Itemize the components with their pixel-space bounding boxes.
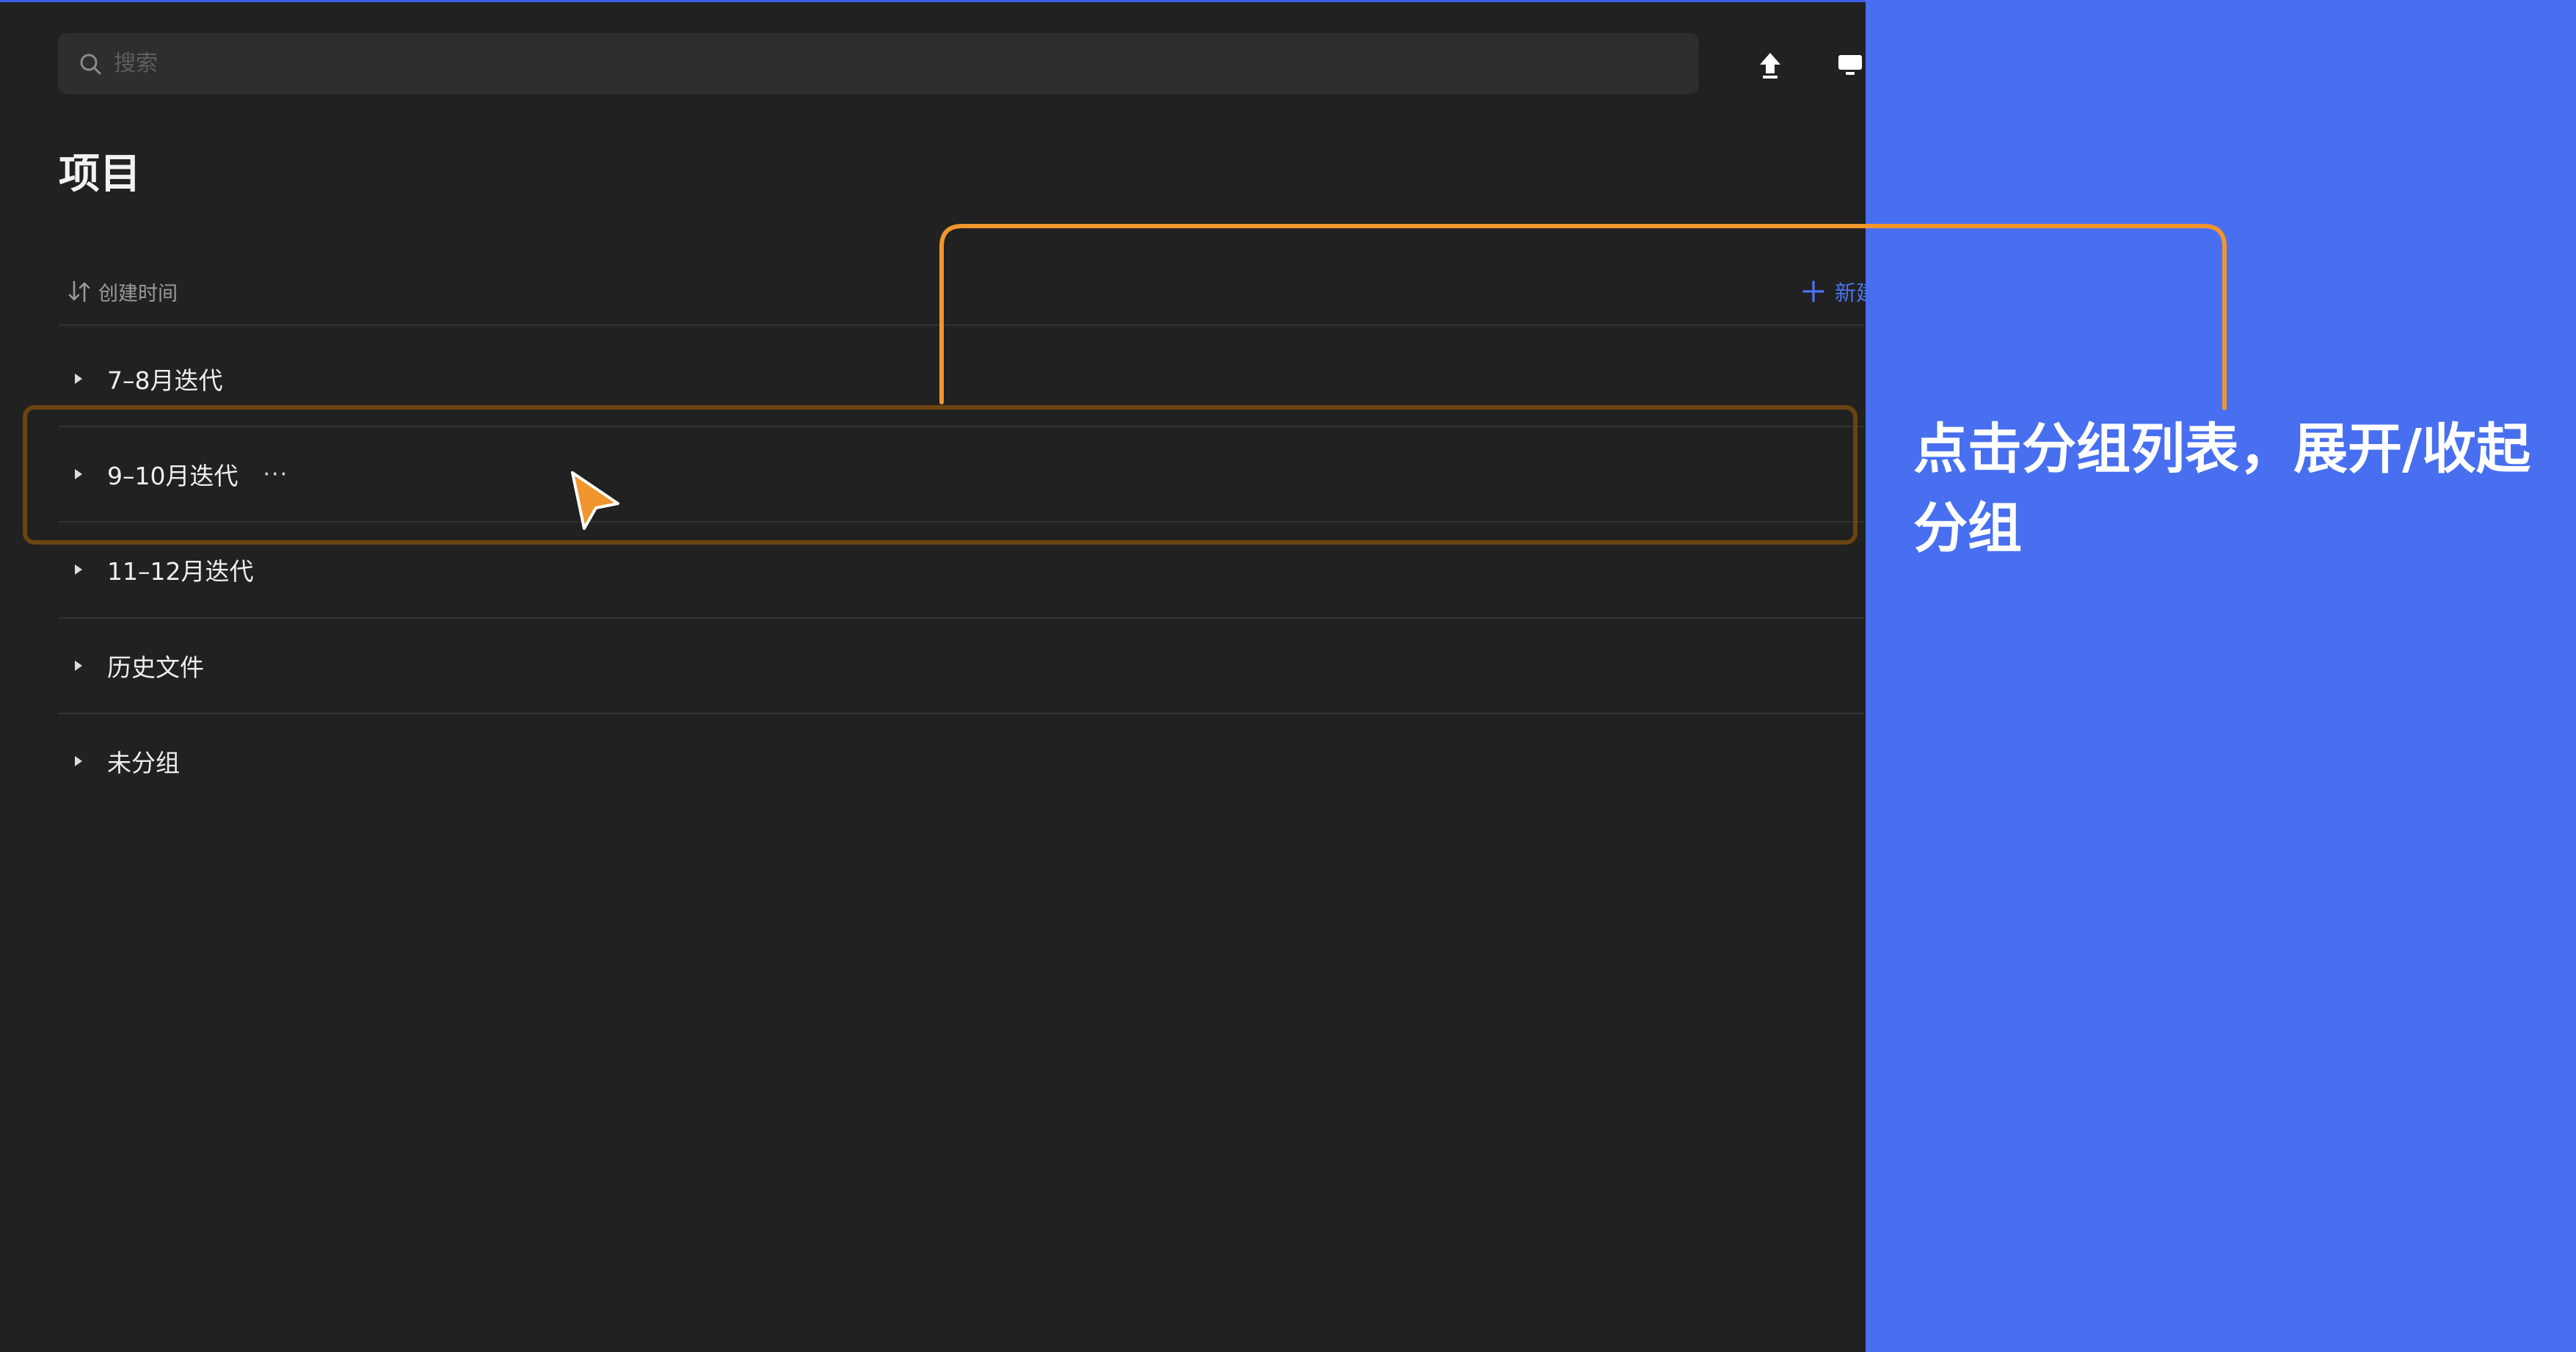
group-row-history[interactable]: 历史文件 — [59, 619, 1864, 713]
upload-icon[interactable] — [1754, 48, 1786, 81]
group-row-9-10[interactable]: 9–10月迭代 ··· — [59, 427, 1864, 521]
caret-right-icon — [75, 661, 82, 671]
caret-right-icon — [75, 374, 82, 384]
group-label: 历史文件 — [107, 653, 204, 682]
callout-panel — [1866, 0, 2576, 1352]
pointer-cursor-icon — [571, 471, 619, 530]
sort-by-created-time[interactable]: 创建时间 — [68, 275, 178, 308]
app-window: 项目 创建时间 新建 7–8月迭代 9–10月迭代 ··· 11–12月迭代 历… — [0, 0, 2576, 1352]
page-title: 项目 — [59, 150, 141, 198]
callout-text: 点击分组列表，展开/收起分组 — [1913, 418, 2531, 560]
group-label: 未分组 — [107, 749, 180, 777]
sort-icon — [68, 280, 90, 302]
sort-label: 创建时间 — [98, 282, 178, 305]
group-row-ungrouped[interactable]: 未分组 — [59, 714, 1864, 808]
monitor-icon[interactable] — [1837, 51, 1863, 78]
callout-connector-line — [939, 224, 2227, 410]
search-bar[interactable] — [58, 33, 1699, 94]
search-icon — [80, 54, 101, 75]
caret-right-icon — [75, 756, 82, 766]
group-label: 7–8月迭代 — [107, 366, 223, 395]
group-row-11-12[interactable]: 11–12月迭代 — [59, 523, 1864, 617]
search-input[interactable] — [114, 33, 1655, 94]
caret-right-icon — [75, 469, 82, 479]
caret-right-icon — [75, 564, 82, 575]
group-label: 11–12月迭代 — [107, 557, 254, 586]
group-label: 9–10月迭代 — [107, 462, 239, 490]
more-options-button[interactable]: ··· — [263, 462, 289, 487]
top-accent-line — [0, 0, 1866, 2]
